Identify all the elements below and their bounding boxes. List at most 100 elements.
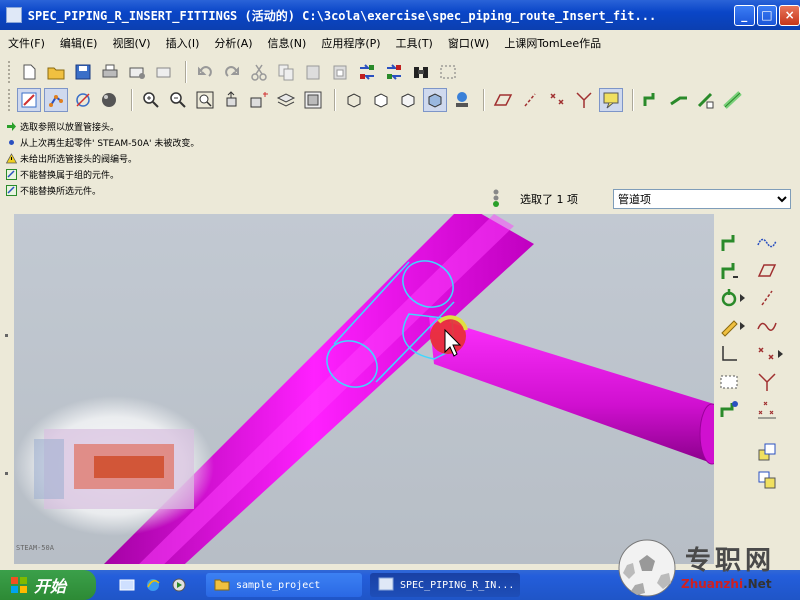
menu-info[interactable]: 信息(N) — [268, 35, 307, 51]
menu-applications[interactable]: 应用程序(P) — [321, 35, 380, 51]
internet-explorer-icon[interactable] — [144, 576, 162, 594]
zoom-in-icon[interactable] — [139, 88, 163, 112]
coord-sys-icon[interactable] — [754, 370, 780, 394]
reorient-icon[interactable] — [220, 88, 244, 112]
refit-icon[interactable] — [193, 88, 217, 112]
model-tree-icon[interactable] — [450, 88, 474, 112]
fitting-library-icon[interactable] — [716, 398, 742, 422]
message-line: 未给出所选管接头的阀编号。 — [0, 150, 800, 166]
windows-flag-icon — [10, 576, 28, 594]
maximize-button[interactable]: □ — [756, 4, 778, 26]
search-binoculars-icon[interactable] — [409, 60, 433, 84]
select-box-icon[interactable] — [436, 60, 460, 84]
paste-special-icon[interactable] — [328, 60, 352, 84]
toolbar-separator — [334, 89, 336, 111]
app-icon[interactable] — [6, 7, 22, 23]
pipe-line-icon[interactable] — [721, 88, 745, 112]
annotation-icon[interactable] — [599, 88, 623, 112]
minimize-button[interactable]: _ — [733, 4, 755, 26]
curve-icon[interactable] — [754, 314, 780, 338]
datum-point-icon[interactable] — [545, 88, 569, 112]
redo-icon[interactable] — [220, 60, 244, 84]
chevron-right-icon[interactable] — [738, 314, 748, 338]
set-start-icon[interactable] — [716, 258, 742, 282]
datum-axis-icon[interactable] — [754, 286, 780, 310]
menu-tools[interactable]: 工具(T) — [396, 35, 433, 51]
select-area-icon[interactable] — [716, 370, 742, 394]
task-sample-project[interactable]: sample_project — [206, 573, 362, 597]
attach-mail-icon[interactable] — [152, 60, 176, 84]
regen-manager-icon[interactable] — [382, 60, 406, 84]
strip-dot — [5, 472, 8, 475]
shading-icon[interactable] — [98, 88, 122, 112]
menu-file[interactable]: 文件(F) — [8, 35, 45, 51]
right-tool-strip — [714, 214, 800, 564]
bend-icon[interactable] — [716, 342, 742, 366]
replace-component-icon[interactable] — [754, 468, 780, 492]
saved-views-icon[interactable] — [247, 88, 271, 112]
menu-author[interactable]: 上课网TomLee作品 — [504, 35, 601, 51]
menu-window[interactable]: 窗口(W) — [448, 35, 489, 51]
strip-dot — [5, 334, 8, 337]
datum-plane-icon[interactable] — [754, 258, 780, 282]
chevron-right-icon[interactable] — [738, 286, 748, 310]
chevron-right-icon[interactable] — [776, 342, 786, 366]
menu-analysis[interactable]: 分析(A) — [214, 35, 252, 51]
graphics-window[interactable]: STEAM-50A — [14, 214, 714, 564]
extend-icon[interactable] — [667, 88, 691, 112]
points-grid-icon[interactable] — [754, 398, 780, 422]
fitting-icon — [6, 184, 17, 196]
menu-insert[interactable]: 插入(I) — [166, 35, 200, 51]
insert-component-icon[interactable] — [754, 440, 780, 464]
media-player-icon[interactable] — [170, 576, 188, 594]
branch-pipe[interactable] — [429, 316, 714, 464]
selection-bar: 选取了 1 项 管道项 — [490, 187, 795, 211]
menu-edit[interactable]: 编辑(E) — [60, 35, 98, 51]
sketch-icon[interactable] — [17, 88, 41, 112]
open-folder-icon[interactable] — [44, 60, 68, 84]
datum-axis-icon[interactable] — [518, 88, 542, 112]
toolbar-separator — [131, 89, 133, 111]
route-pipe-icon[interactable] — [716, 230, 742, 254]
coord-sys-icon[interactable] — [572, 88, 596, 112]
print-icon[interactable] — [98, 60, 122, 84]
shaded-icon[interactable] — [423, 88, 447, 112]
start-button[interactable]: 开始 — [0, 570, 96, 600]
regenerate-icon[interactable] — [355, 60, 379, 84]
follow-icon[interactable] — [694, 88, 718, 112]
toolbar-grip[interactable] — [8, 89, 11, 111]
watermark-subtitle: Zhuanzhi.Net — [681, 577, 772, 591]
view-manager-icon[interactable] — [301, 88, 325, 112]
spline-icon[interactable] — [754, 230, 780, 254]
new-file-icon[interactable] — [17, 60, 41, 84]
save-icon[interactable] — [71, 60, 95, 84]
pipe-model[interactable] — [14, 214, 714, 564]
undo-icon[interactable] — [193, 60, 217, 84]
layers-icon[interactable] — [274, 88, 298, 112]
no-hidden-icon[interactable] — [396, 88, 420, 112]
menu-view[interactable]: 视图(V) — [112, 35, 150, 51]
filter-dropdown[interactable]: 管道项 — [613, 189, 791, 209]
paste-icon[interactable] — [301, 60, 325, 84]
model-name-label: STEAM-50A — [16, 544, 54, 552]
zoom-out-icon[interactable] — [166, 88, 190, 112]
toolbar-grip[interactable] — [8, 61, 11, 83]
spin-center-icon[interactable] — [71, 88, 95, 112]
show-desktop-icon[interactable] — [118, 576, 136, 594]
send-mail-icon[interactable] — [125, 60, 149, 84]
left-tool-strip — [0, 214, 14, 564]
datum-plane-icon[interactable] — [491, 88, 515, 112]
task-label: sample_project — [236, 579, 321, 591]
datum-display-icon[interactable] — [44, 88, 68, 112]
close-button[interactable]: × — [779, 4, 800, 26]
task-spec-piping[interactable]: SPEC_PIPING_R_IN... — [370, 573, 520, 597]
traffic-light-icon[interactable] — [490, 188, 502, 211]
message-line: 从上次再生起零件' STEAM-50A' 未被改变。 — [0, 134, 800, 150]
wireframe-icon[interactable] — [342, 88, 366, 112]
folder-icon — [214, 577, 230, 594]
copy-icon[interactable] — [274, 60, 298, 84]
hidden-line-icon[interactable] — [369, 88, 393, 112]
route-pipe-icon[interactable] — [640, 88, 664, 112]
cut-icon[interactable] — [247, 60, 271, 84]
start-label: 开始 — [34, 577, 67, 596]
